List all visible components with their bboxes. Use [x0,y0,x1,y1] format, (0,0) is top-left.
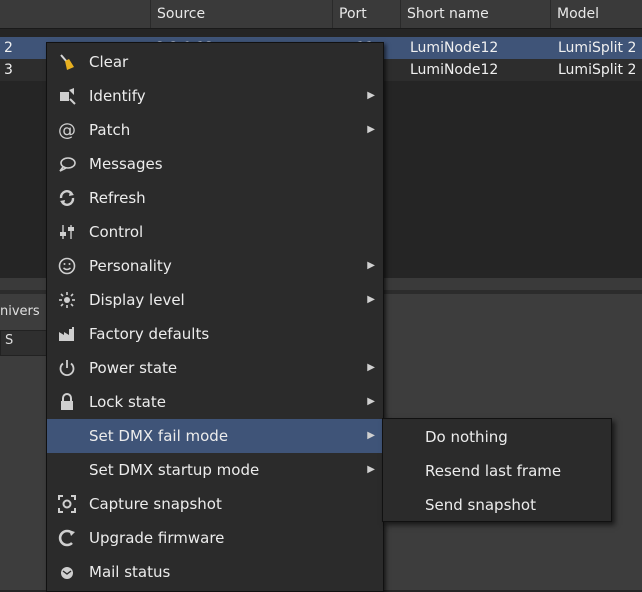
column-header-model[interactable]: Model [550,0,642,28]
table-header: Source Port Short name Model [0,0,642,29]
column-header-source[interactable]: Source [150,0,339,28]
menu-item-lock-state[interactable]: Lock state ▶ [47,385,383,419]
submenu-arrow-icon: ▶ [367,464,375,475]
menu-item-label: Capture snapshot [89,495,222,513]
row-id: 3 [4,62,13,78]
row-model: LumiSplit 2 [558,62,637,78]
menu-item-set-dmx-fail-mode[interactable]: Set DMX fail mode ▶ [47,419,383,453]
menu-item-set-dmx-startup-mode[interactable]: Set DMX startup mode ▶ [47,453,383,487]
menu-item-label: Set DMX startup mode [89,461,260,479]
menu-item-label: Upgrade firmware [89,529,225,547]
menu-item-label: Set DMX fail mode [89,427,229,445]
submenu-item-label: Send snapshot [425,496,536,514]
lower-tab[interactable]: S [0,330,48,356]
submenu-arrow-icon: ▶ [367,90,375,101]
row-short-name: LumiNode12 [410,40,499,56]
menu-item-patch[interactable]: @ Patch ▶ [47,113,383,147]
submenu-arrow-icon: ▶ [367,396,375,407]
column-header-short-name[interactable]: Short name [400,0,557,28]
mail-icon [57,562,77,582]
menu-item-power-state[interactable]: Power state ▶ [47,351,383,385]
submenu-arrow-icon: ▶ [367,362,375,373]
submenu-arrow-icon: ▶ [367,260,375,271]
menu-item-personality[interactable]: Personality ▶ [47,249,383,283]
speech-bubble-icon [57,154,77,174]
menu-item-refresh[interactable]: Refresh [47,181,383,215]
submenu-item-do-nothing[interactable]: Do nothing [383,420,611,454]
menu-item-control[interactable]: Control [47,215,383,249]
menu-item-capture-snapshot[interactable]: Capture snapshot [47,487,383,521]
brightness-icon [57,290,77,310]
menu-item-clear[interactable]: Clear [47,45,383,79]
submenu-arrow-icon: ▶ [367,124,375,135]
upgrade-icon [57,528,77,548]
submenu-item-resend-last-frame[interactable]: Resend last frame [383,454,611,488]
broom-icon [57,52,77,72]
lower-tab-label: S [5,333,14,348]
menu-item-upgrade-firmware[interactable]: Upgrade firmware [47,521,383,555]
faders-icon [57,222,77,242]
menu-item-label: Personality [89,257,172,275]
menu-item-label: Messages [89,155,163,173]
menu-item-label: Patch [89,121,131,139]
context-menu: Clear Identify ▶ @ Patch ▶ Messages Refr… [46,42,384,592]
menu-item-mail-status[interactable]: Mail status [47,555,383,589]
dmx-fail-mode-submenu: Do nothing Resend last frame Send snapsh… [382,418,612,522]
menu-item-label: Refresh [89,189,146,207]
refresh-icon [57,188,77,208]
menu-item-label: Display level [89,291,185,309]
column-header-port[interactable]: Port [332,0,407,28]
universe-label: nivers [0,304,40,319]
factory-icon [57,324,77,344]
power-icon [57,358,77,378]
submenu-arrow-icon: ▶ [367,430,375,441]
menu-item-label: Factory defaults [89,325,210,343]
menu-item-factory-defaults[interactable]: Factory defaults [47,317,383,351]
at-icon: @ [58,119,76,141]
menu-item-label: Lock state [89,393,166,411]
identify-icon [57,86,77,106]
smiley-icon [57,256,77,276]
menu-item-identify[interactable]: Identify ▶ [47,79,383,113]
submenu-item-label: Do nothing [425,428,508,446]
menu-item-label: Mail status [89,563,171,581]
row-short-name: LumiNode12 [410,62,499,78]
menu-item-messages[interactable]: Messages [47,147,383,181]
menu-item-label: Clear [89,53,129,71]
menu-item-label: Identify [89,87,146,105]
menu-item-label: Power state [89,359,178,377]
menu-item-display-level[interactable]: Display level ▶ [47,283,383,317]
lock-icon [57,392,77,412]
submenu-item-label: Resend last frame [425,462,562,480]
row-id: 2 [4,40,13,56]
submenu-item-send-snapshot[interactable]: Send snapshot [383,488,611,522]
menu-item-label: Control [89,223,144,241]
camera-frame-icon [57,494,77,514]
submenu-arrow-icon: ▶ [367,294,375,305]
row-model: LumiSplit 2 [558,40,637,56]
